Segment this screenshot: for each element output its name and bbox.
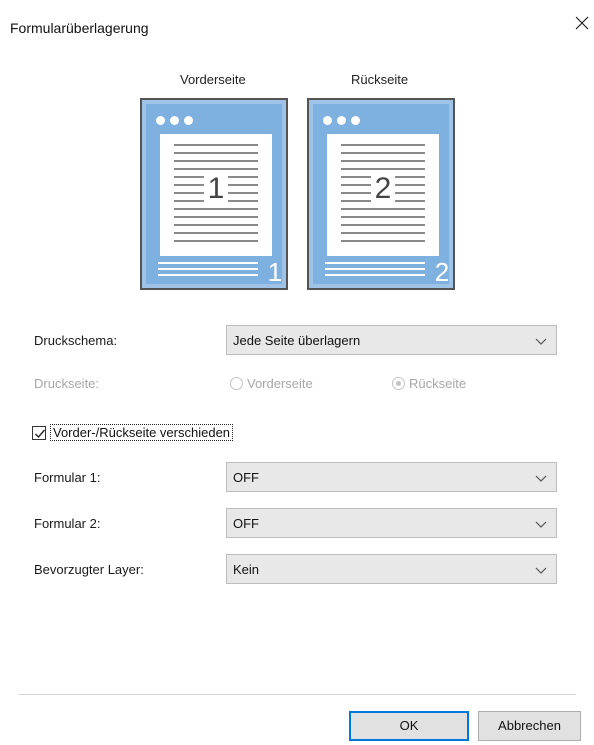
back-side-label: Rückseite [351,72,409,87]
ok-button[interactable]: OK [349,711,469,741]
form1-value: OFF [233,470,259,485]
different-sides-checkbox[interactable] [32,425,46,440]
cancel-button[interactable]: Abbrechen [478,711,581,741]
different-sides-label: Vorder-/Rückseite verschieden [50,424,234,441]
front-page-preview: 1 1 [140,98,288,290]
radio-front-side[interactable]: Vorderseite [230,376,313,391]
chevron-down-icon [535,567,547,574]
front-paper: 1 [160,134,272,256]
preferred-layer-label: Bevorzugter Layer: [34,562,144,577]
preferred-layer-value: Kein [233,562,260,577]
back-paper: 2 [327,134,439,256]
preferred-layer-select[interactable]: Kein [226,554,557,584]
checkmark-icon [35,429,46,438]
chevron-down-icon [535,338,547,345]
chevron-down-icon [535,475,547,482]
front-side-label: Vorderseite [180,72,246,87]
radio-back-side[interactable]: Rückseite [392,376,466,391]
print-side-label: Druckseite: [34,376,100,391]
print-scheme-select[interactable]: Jede Seite überlagern [226,325,557,355]
print-scheme-label: Druckschema: [34,333,118,348]
back-page-number: 2 [370,172,396,205]
window-dots-icon [323,116,360,125]
close-icon[interactable] [573,14,591,32]
radio-back-side-label: Rückseite [409,376,467,391]
back-page-preview: 2 2 [307,98,455,290]
title-bar: Formularüberlagerung [0,0,594,46]
print-scheme-value: Jede Seite überlagern [233,333,361,348]
form2-select[interactable]: OFF [226,508,557,538]
radio-front-side-label: Vorderseite [247,376,313,391]
window-dots-icon [156,116,193,125]
back-corner-number: 2 [434,257,450,287]
radio-back-side-circle [392,377,405,390]
footer-divider [18,694,576,695]
radio-front-side-circle [230,377,243,390]
chevron-down-icon [535,521,547,528]
form1-label: Formular 1: [34,470,101,485]
form2-value: OFF [233,516,259,531]
dialog-title: Formularüberlagerung [10,20,149,36]
different-sides-checkbox-row[interactable]: Vorder-/Rückseite verschieden [32,424,234,441]
front-corner-number: 1 [267,257,283,287]
form-overlay-dialog: Formularüberlagerung Vorderseite Rücksei… [0,0,594,745]
form2-label: Formular 2: [34,516,101,531]
form1-select[interactable]: OFF [226,462,557,492]
front-page-number: 1 [203,172,229,205]
